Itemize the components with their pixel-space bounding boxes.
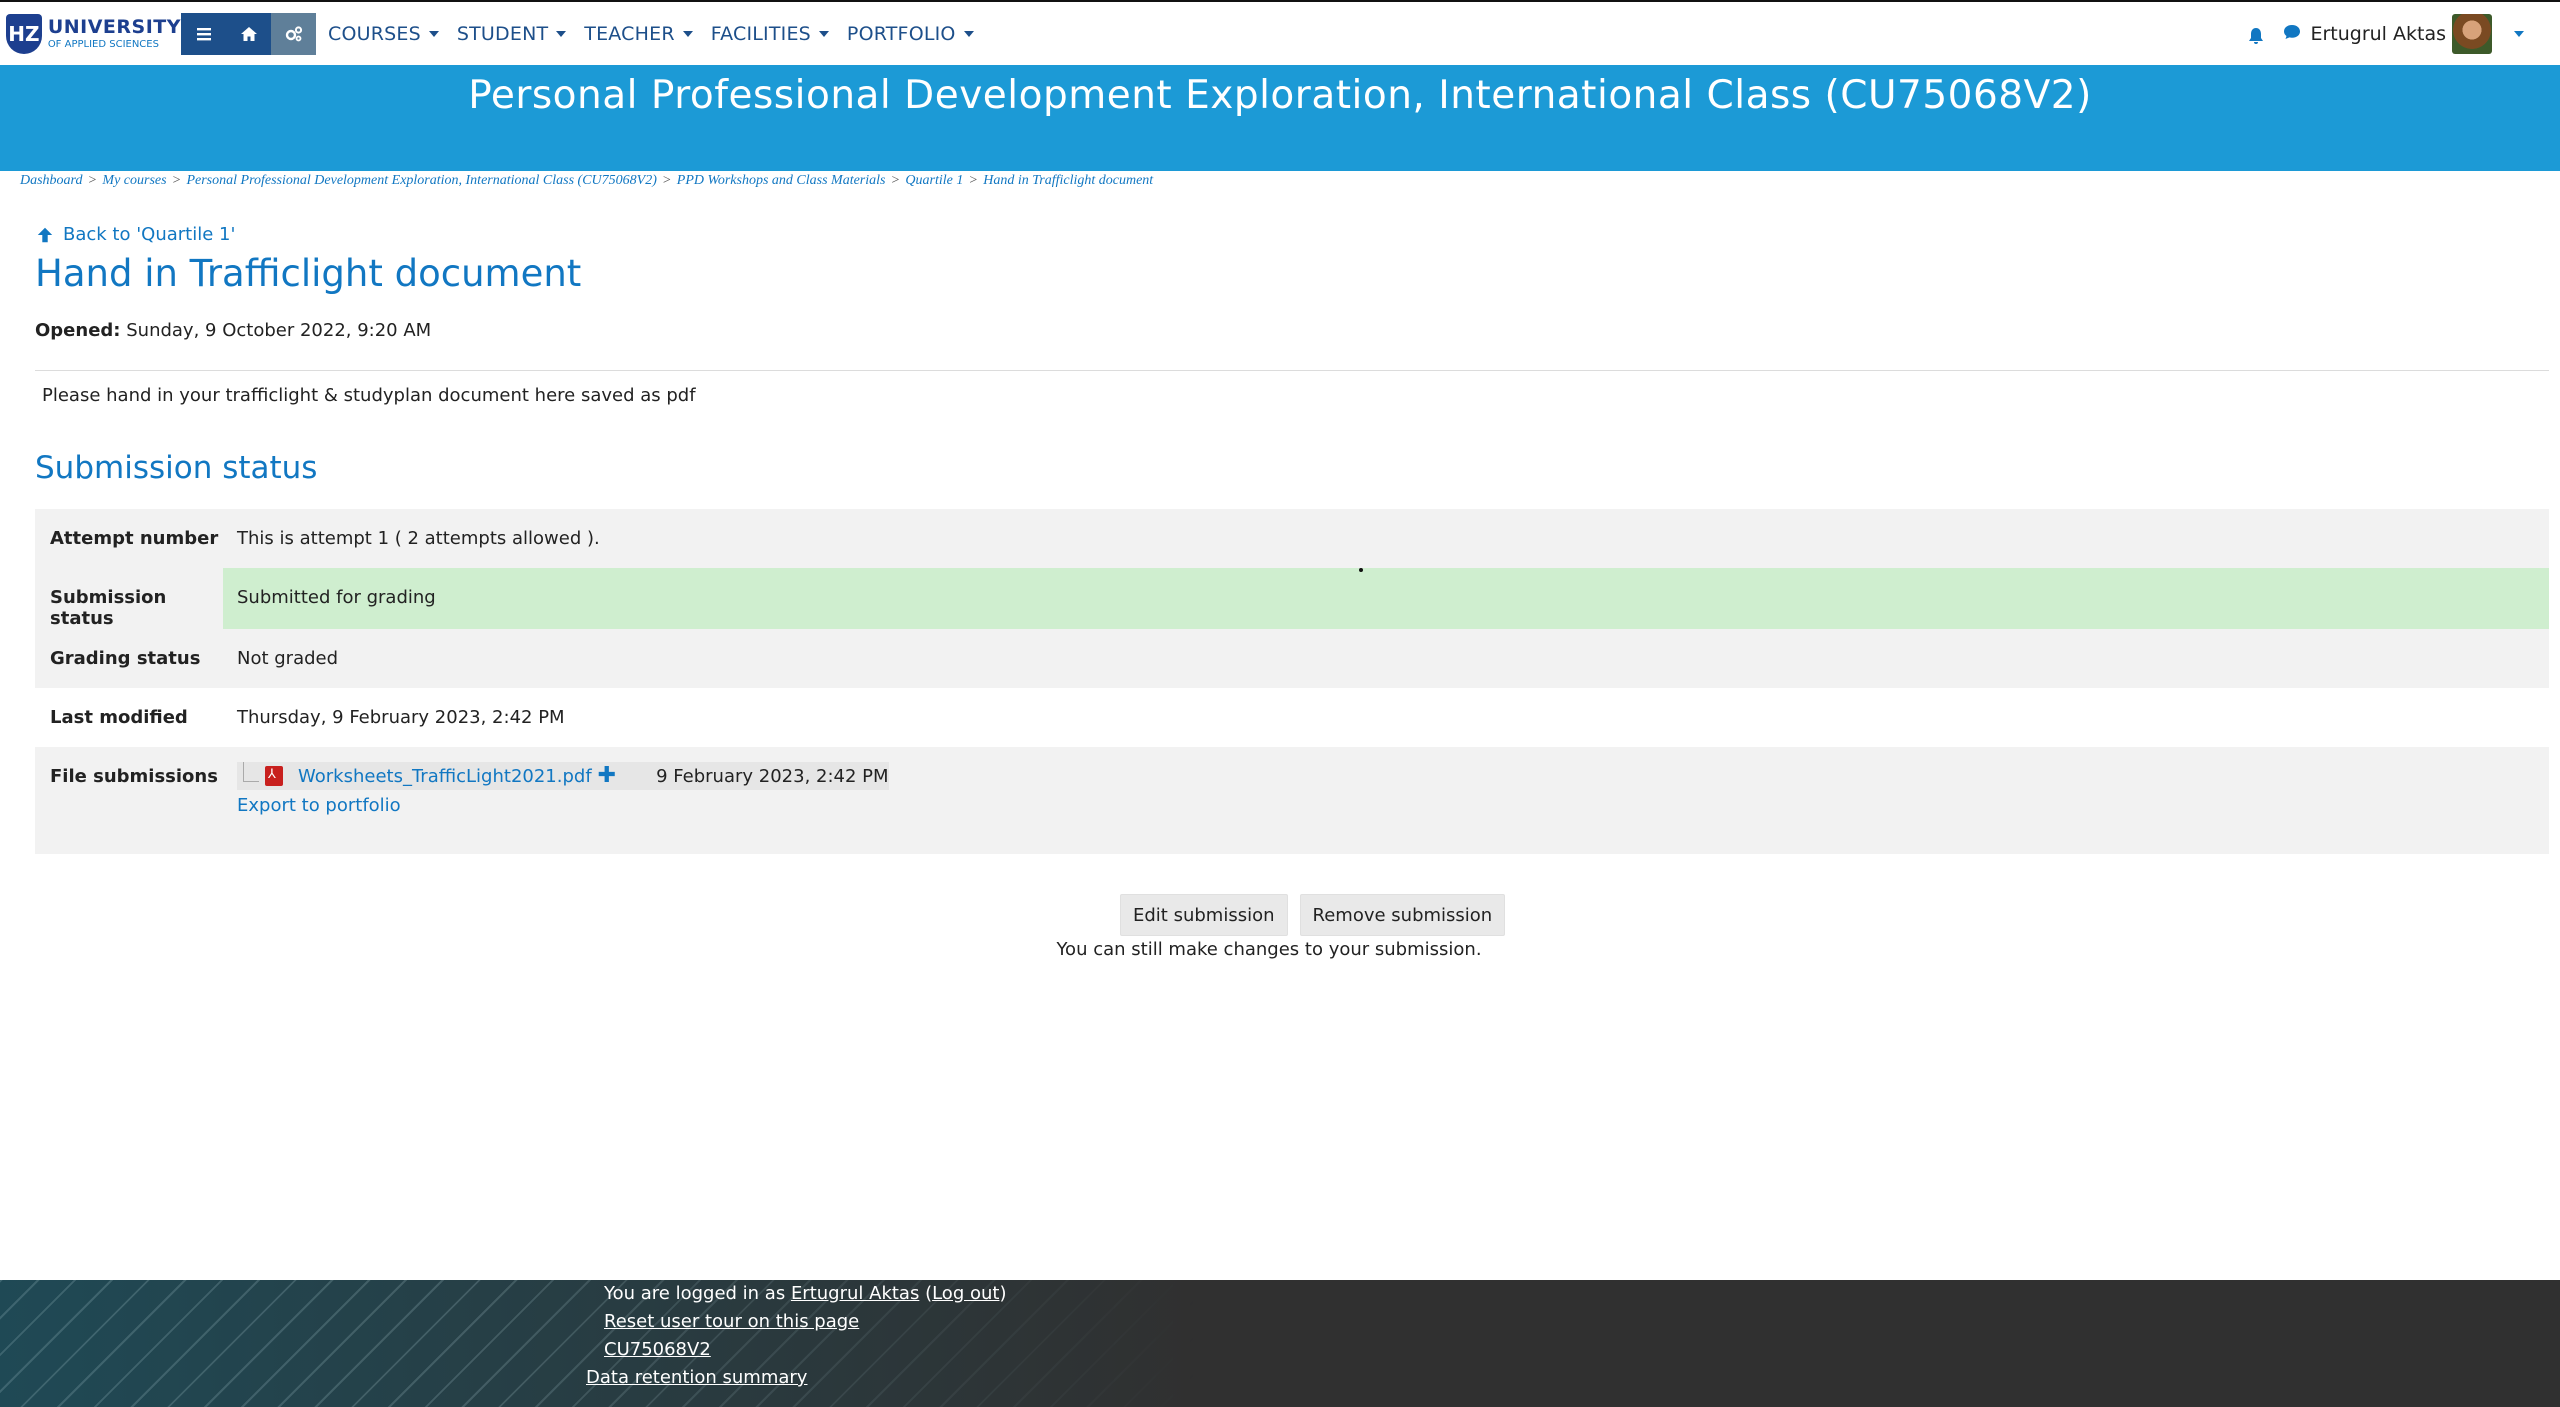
- bell-icon[interactable]: [2246, 26, 2266, 50]
- chevron-down-icon: [556, 30, 567, 37]
- menu-student-label: STUDENT: [456, 22, 549, 45]
- opened-value: Sunday, 9 October 2022, 9:20 AM: [126, 320, 432, 341]
- page-footer: You are logged in as Ertugrul Aktas (Log…: [0, 1280, 2560, 1407]
- submission-status-table: Attempt number This is attempt 1 ( 2 att…: [35, 509, 2549, 854]
- submission-actions: Edit submission Remove submission: [1120, 894, 1517, 936]
- breadcrumb-section[interactable]: PPD Workshops and Class Materials: [677, 173, 886, 188]
- avatar[interactable]: [2452, 13, 2492, 54]
- logo-line1: UNIVERSITY: [47, 15, 181, 38]
- chevron-down-icon: [963, 30, 974, 37]
- opened-label: Opened:: [35, 320, 121, 341]
- chat-icon[interactable]: [2282, 22, 2302, 46]
- reset-tour-link[interactable]: Reset user tour on this page: [604, 1311, 859, 1332]
- file-submissions-label: File submissions: [35, 747, 223, 854]
- tree-connector: [243, 762, 259, 782]
- breadcrumb-dashboard[interactable]: Dashboard: [20, 173, 83, 188]
- menu-facilities-label: FACILITIES: [710, 22, 811, 45]
- last-modified-value: Thursday, 9 February 2023, 2:42 PM: [237, 707, 565, 728]
- breadcrumb-course[interactable]: Personal Professional Development Explor…: [186, 173, 656, 188]
- table-row: Submission status Submitted for grading: [35, 568, 2549, 629]
- file-entry: Worksheets_TrafficLight2021.pdf ✚ 9 Febr…: [237, 761, 2549, 791]
- top-navbar: HZ UNIVERSITY OF APPLIED SCIENCES COURSE…: [0, 0, 2560, 65]
- data-retention-link[interactable]: Data retention summary: [586, 1367, 807, 1388]
- university-logo[interactable]: HZ UNIVERSITY OF APPLIED SCIENCES: [0, 2, 181, 65]
- last-modified-label: Last modified: [35, 688, 223, 747]
- logged-in-line: You are logged in as Ertugrul Aktas (Log…: [604, 1283, 1007, 1304]
- opened-date: Opened: Sunday, 9 October 2022, 9:20 AM: [35, 320, 431, 341]
- submission-status-value: Submitted for grading: [223, 568, 2549, 629]
- attempt-value: This is attempt 1 ( 2 attempts allowed )…: [237, 528, 600, 549]
- pdf-icon: [265, 766, 283, 786]
- file-link[interactable]: Worksheets_TrafficLight2021.pdf: [298, 766, 592, 787]
- remove-submission-button[interactable]: Remove submission: [1299, 894, 1506, 936]
- chevron-down-icon[interactable]: [2514, 30, 2524, 37]
- menu-facilities[interactable]: FACILITIES: [711, 23, 829, 45]
- assignment-intro: Please hand in your trafficlight & study…: [42, 385, 696, 406]
- logo-badge: HZ: [6, 13, 42, 54]
- breadcrumb-separator: >: [969, 173, 978, 188]
- menu-portfolio-label: PORTFOLIO: [846, 22, 956, 45]
- breadcrumb-separator: >: [662, 173, 671, 188]
- breadcrumb-separator: >: [172, 173, 181, 188]
- main-menu: COURSES STUDENT TEACHER FACILITIES PORTF…: [328, 23, 992, 45]
- breadcrumb: Dashboard > My courses > Personal Profession…: [20, 173, 1153, 189]
- user-name[interactable]: Ertugrul Aktas: [2310, 23, 2446, 45]
- export-to-portfolio-link[interactable]: Export to portfolio: [237, 795, 2549, 816]
- divider: [35, 370, 2549, 371]
- changes-note-text: You can still make changes to your submi…: [1056, 939, 1482, 960]
- logout-link[interactable]: Log out: [932, 1283, 999, 1304]
- cogs-icon[interactable]: [271, 12, 316, 55]
- back-link-label: Back to 'Quartile 1': [63, 224, 236, 245]
- table-row: File submissions Worksheets_TrafficLight…: [35, 747, 2549, 854]
- changes-note: You can still make changes to your submi…: [0, 939, 2560, 960]
- section-title: Submission status: [35, 450, 318, 486]
- menu-courses-label: COURSES: [328, 22, 421, 45]
- mouse-cursor-dot: [1359, 568, 1363, 572]
- breadcrumb-separator: >: [88, 173, 97, 188]
- course-title: Personal Professional Development Explor…: [468, 73, 2092, 118]
- submission-status-label: Submission status: [35, 568, 223, 629]
- logo-line2: OF APPLIED SCIENCES: [47, 38, 159, 50]
- menu-teacher-label: TEACHER: [584, 22, 675, 45]
- file-date: 9 February 2023, 2:42 PM: [656, 765, 889, 787]
- menu-student[interactable]: STUDENT: [456, 22, 567, 45]
- course-code-link[interactable]: CU75068V2: [604, 1339, 711, 1360]
- back-link[interactable]: Back to 'Quartile 1': [36, 224, 235, 245]
- chevron-down-icon: [818, 30, 829, 37]
- grading-status-label: Grading status: [35, 629, 223, 688]
- table-row: Last modified Thursday, 9 February 2023,…: [35, 688, 2549, 747]
- chevron-down-icon: [682, 30, 693, 37]
- menu-portfolio[interactable]: PORTFOLIO: [847, 23, 974, 45]
- breadcrumb-my-courses[interactable]: My courses: [102, 173, 166, 188]
- menu-courses[interactable]: COURSES: [328, 23, 439, 45]
- arrow-up-icon: [37, 227, 53, 242]
- page-title: Hand in Trafficlight document: [35, 252, 582, 295]
- table-row: Attempt number This is attempt 1 ( 2 att…: [35, 509, 2549, 568]
- grading-status-value: Not graded: [237, 648, 339, 669]
- home-icon[interactable]: [226, 12, 271, 55]
- breadcrumb-current[interactable]: Hand in Trafficlight document: [983, 173, 1153, 188]
- plus-icon[interactable]: ✚: [598, 765, 616, 787]
- logged-in-prefix: You are logged in as: [604, 1283, 791, 1304]
- hamburger-icon[interactable]: [181, 12, 226, 55]
- chevron-down-icon: [428, 30, 439, 37]
- edit-submission-button[interactable]: Edit submission: [1120, 894, 1288, 936]
- attempt-label: Attempt number: [35, 509, 223, 568]
- course-banner: Personal Professional Development Explor…: [0, 65, 2560, 171]
- table-row: Grading status Not graded: [35, 629, 2549, 688]
- menu-teacher[interactable]: TEACHER: [584, 22, 693, 45]
- breadcrumb-separator: >: [891, 173, 900, 188]
- footer-user-link[interactable]: Ertugrul Aktas: [791, 1283, 919, 1304]
- breadcrumb-quartile[interactable]: Quartile 1: [905, 173, 963, 188]
